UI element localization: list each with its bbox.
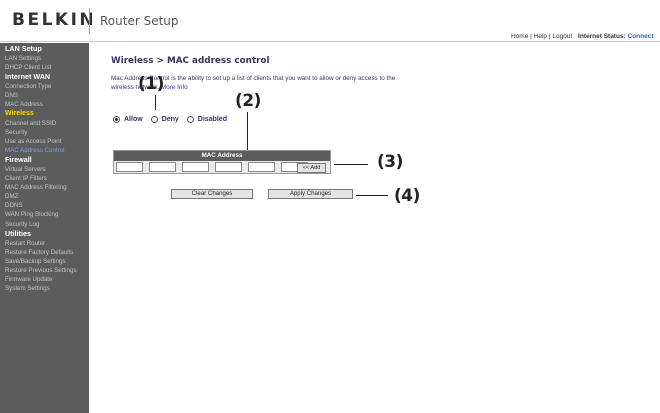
sidebar-item-security-log[interactable]: Security Log [0, 220, 89, 229]
sidebar-item-connection-type[interactable]: Connection Type [0, 82, 89, 91]
sidebar-item-lan-settings[interactable]: LAN Settings [0, 54, 89, 63]
callout-4: (4) [394, 186, 420, 206]
sidebar-item-channel-and-ssid[interactable]: Channel and SSID [0, 119, 89, 128]
sidebar-item-client-ip-filters[interactable]: Client IP Filters [0, 174, 89, 183]
mac-field-5[interactable] [248, 162, 275, 172]
sidebar-section-firewall: Firewall [5, 154, 32, 164]
internet-status-label: Internet Status: [578, 33, 626, 40]
sidebar-item-mac-address-control[interactable]: MAC Address Control [0, 146, 89, 155]
sidebar-section-wireless[interactable]: Wireless [0, 109, 89, 118]
sidebar-item-save-backup-settings[interactable]: Save/Backup Settings [0, 257, 89, 266]
app-title: Router Setup [100, 14, 179, 28]
header-links: Home | Help | Logout Internet Status: Co… [511, 33, 654, 40]
mac-address-table: MAC Address << Add [113, 150, 331, 174]
radio-button-icon[interactable] [186, 116, 194, 123]
callout-2: (2) [235, 91, 261, 111]
access-mode-radio-group: Allow Deny Disabled [113, 116, 235, 123]
callout-4-line [356, 195, 388, 196]
sidebar-item-system-settings[interactable]: System Settings [0, 284, 89, 293]
radio-button-icon[interactable] [113, 116, 120, 123]
belkin-logo: BELKIN [12, 10, 97, 30]
home-link[interactable]: Home [511, 33, 528, 40]
allow-radio[interactable]: Allow [113, 116, 143, 123]
callout-3-line [334, 164, 368, 165]
mac-field-4[interactable] [215, 162, 242, 172]
sidebar-item-dhcp-client-list[interactable]: DHCP Client List [0, 63, 89, 72]
callout-2-line [247, 112, 248, 150]
disabled-label: Disabled [197, 116, 227, 123]
callout-1-line [155, 95, 156, 110]
logout-link[interactable]: Logout [552, 33, 572, 40]
sidebar-section-lan-setup: LAN Setup [5, 44, 42, 53]
header-divider [89, 8, 90, 34]
sidebar-item-restore-previous-settings[interactable]: Restore Previous Settings [0, 266, 89, 275]
sidebar-item-restart-router[interactable]: Restart Router [0, 239, 89, 248]
radio-button-icon[interactable] [150, 116, 158, 123]
sidebar-item-mac-address[interactable]: MAC Address [0, 100, 89, 109]
disabled-radio[interactable]: Disabled [186, 116, 227, 123]
deny-radio[interactable]: Deny [150, 116, 179, 123]
sidebar-item-firmware-update[interactable]: Firmware Update [0, 275, 89, 284]
add-button[interactable]: << Add [297, 163, 326, 173]
sidebar-section-internet-wan: Internet WAN [5, 72, 51, 82]
main-content: Wireless > MAC address control Mac Addre… [89, 43, 660, 413]
clear-changes-button[interactable]: Clear Changes [171, 189, 253, 199]
sidebar-item-dns[interactable]: DNS [0, 91, 89, 100]
sidebar-item-use-as-access-point[interactable]: Use as Access Point [0, 137, 89, 146]
more-info-link[interactable]: More Info [161, 84, 188, 91]
mac-field-2[interactable] [149, 162, 176, 172]
sidebar-item-mac-address-filtering[interactable]: MAC Address Filtering [0, 183, 89, 192]
sidebar-item-ddns[interactable]: DDNS [0, 201, 89, 210]
internet-status-value: Connect [627, 33, 654, 40]
sidebar-item-virtual-servers[interactable]: Virtual Servers [0, 165, 89, 174]
sidebar-section-utilities: Utilities [5, 228, 31, 238]
sidebar-item-wan-ping-blocking[interactable]: WAN Ping Blocking [0, 210, 89, 219]
callout-3: (3) [377, 152, 403, 172]
allow-label: Allow [124, 116, 143, 123]
apply-changes-button[interactable]: Apply Changes [268, 189, 353, 199]
sidebar-item-dmz[interactable]: DMZ [0, 192, 89, 201]
mac-field-3[interactable] [182, 162, 209, 172]
header: BELKIN Router Setup Home | Help | Logout… [0, 0, 660, 42]
deny-label: Deny [161, 116, 179, 123]
sidebar: LAN Setup LAN Settings DHCP Client List Int… [0, 43, 89, 413]
mac-address-header: MAC Address [114, 151, 330, 161]
sidebar-item-restore-factory-defaults[interactable]: Restore Factory Defaults [0, 248, 89, 257]
mac-field-1[interactable] [116, 162, 143, 172]
sidebar-item-security[interactable]: Security [0, 128, 89, 137]
callout-1: (1) [138, 74, 164, 94]
page-title: Wireless > MAC address control [111, 56, 270, 66]
help-link[interactable]: Help [534, 33, 547, 40]
